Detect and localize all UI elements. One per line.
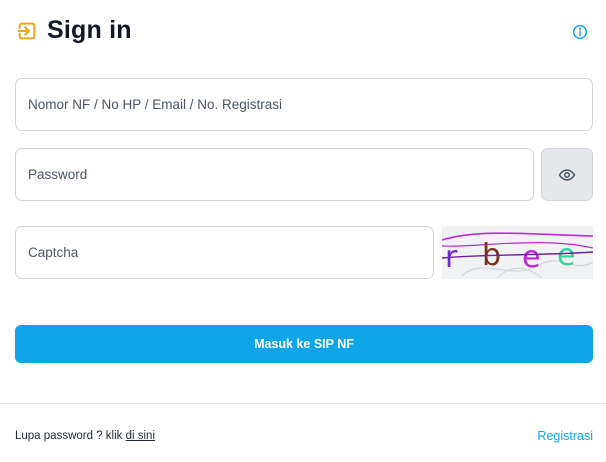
svg-text:e: e: [557, 238, 575, 273]
eye-icon: [558, 168, 576, 181]
forgot-password-link[interactable]: di sini: [126, 430, 155, 442]
captcha-field[interactable]: [15, 226, 434, 279]
forgot-password-text: Lupa password ? klik: [15, 430, 123, 442]
password-toggle-button[interactable]: [541, 148, 593, 201]
captcha-graphic: r b e e: [442, 226, 593, 279]
login-button[interactable]: Masuk ke SIP NF: [15, 325, 593, 363]
login-icon: [17, 22, 36, 40]
password-input[interactable]: [16, 149, 533, 200]
captcha-input[interactable]: [16, 227, 433, 278]
divider: [0, 403, 606, 404]
register-link[interactable]: Registrasi: [537, 429, 593, 443]
page-title: Sign in: [47, 16, 132, 44]
username-input[interactable]: [16, 79, 592, 130]
forgot-password: Lupa password ? klik di sini: [15, 430, 155, 442]
username-field[interactable]: [15, 78, 593, 131]
svg-text:e: e: [522, 240, 540, 275]
captcha-image: r b e e: [442, 226, 593, 279]
info-icon[interactable]: [572, 24, 588, 40]
header: Sign in: [16, 14, 592, 50]
password-field[interactable]: [15, 148, 534, 201]
